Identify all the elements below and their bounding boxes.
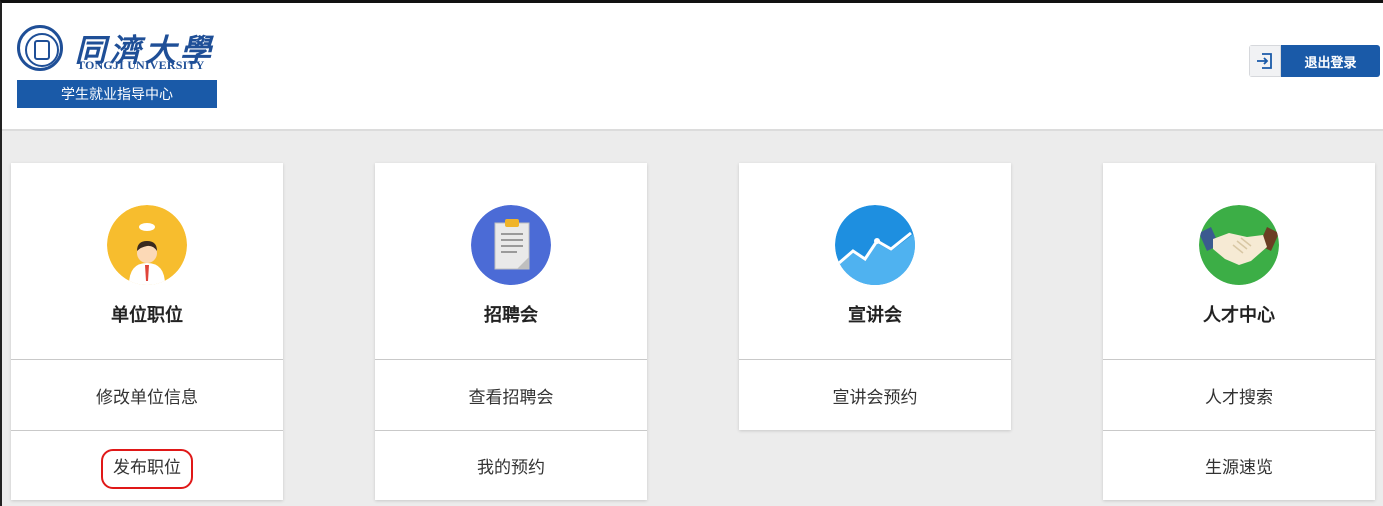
employee-icon: [107, 205, 187, 285]
card-employer-positions: 单位职位 修改单位信息 发布职位: [11, 163, 283, 500]
edit-company-info-link[interactable]: 修改单位信息: [11, 360, 283, 430]
handshake-icon: [1199, 205, 1279, 285]
view-job-fairs-link[interactable]: 查看招聘会: [375, 360, 647, 430]
center-name-banner: 学生就业指导中心: [17, 80, 217, 108]
card-title: 招聘会: [484, 305, 538, 326]
card-title: 宣讲会: [848, 305, 902, 326]
university-logo[interactable]: 同濟大學 TONGJI UNIVERSITY: [17, 25, 217, 75]
card-header[interactable]: 招聘会: [375, 163, 647, 360]
card-title: 人才中心: [1203, 305, 1275, 326]
logo-english-name: TONGJI UNIVERSITY: [77, 58, 205, 72]
post-position-link[interactable]: 发布职位: [11, 430, 283, 500]
card-header[interactable]: 宣讲会: [739, 163, 1011, 360]
presentation-reservation-link[interactable]: 宣讲会预约: [739, 360, 1011, 430]
card-presentations: 宣讲会 宣讲会预约: [739, 163, 1011, 430]
student-overview-link[interactable]: 生源速览: [1103, 430, 1375, 500]
clipboard-icon: [471, 205, 551, 285]
my-reservations-link[interactable]: 我的预约: [375, 430, 647, 500]
card-title: 单位职位: [111, 305, 183, 326]
trend-chart-icon: [835, 205, 915, 285]
talent-search-link[interactable]: 人才搜索: [1103, 360, 1375, 430]
university-seal-icon: [17, 25, 63, 71]
header: 同濟大學 TONGJI UNIVERSITY 学生就业指导中心 退出登录: [2, 3, 1383, 131]
highlight-annotation: [101, 449, 193, 489]
logout-icon: [1249, 45, 1281, 77]
card-job-fairs: 招聘会 查看招聘会 我的预约: [375, 163, 647, 500]
card-header[interactable]: 单位职位: [11, 163, 283, 360]
card-talent-center: 人才中心 人才搜索 生源速览: [1103, 163, 1375, 500]
logout-label: 退出登录: [1281, 45, 1380, 77]
logout-button[interactable]: 退出登录: [1249, 45, 1380, 77]
card-header[interactable]: 人才中心: [1103, 163, 1375, 360]
